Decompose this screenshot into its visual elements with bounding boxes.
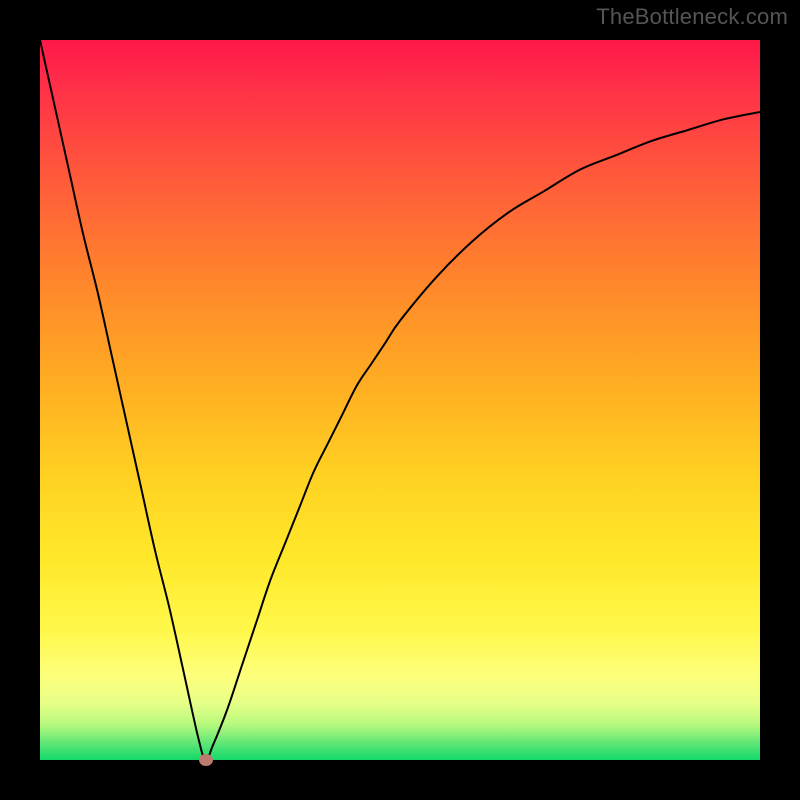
chart-frame: TheBottleneck.com	[0, 0, 800, 800]
watermark-text: TheBottleneck.com	[596, 4, 788, 30]
bottleneck-curve-path	[40, 40, 760, 760]
plot-area	[40, 40, 760, 760]
optimum-marker	[199, 754, 213, 766]
chart-curve	[40, 40, 760, 760]
